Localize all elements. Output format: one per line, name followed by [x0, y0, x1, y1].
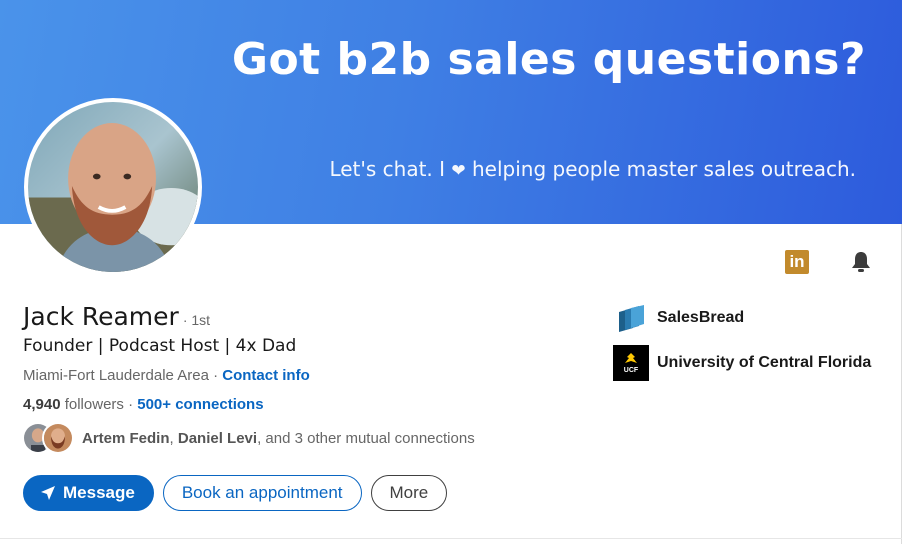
mutual-name: Artem Fedin — [82, 429, 170, 447]
ucf-logo-text: UCF — [623, 367, 639, 374]
profile-headline: Founder | Podcast Host | 4x Dad — [23, 336, 297, 356]
profile-location: Miami-Fort Lauderdale Area — [23, 367, 209, 384]
book-appointment-button[interactable]: Book an appointment — [162, 475, 362, 511]
banner-sub-text-2: helping people master sales outreach. — [465, 157, 856, 181]
profile-avatar[interactable] — [24, 98, 202, 276]
bell-icon[interactable] — [849, 250, 873, 274]
org-item-ucf[interactable]: UCF University of Central Florida — [613, 345, 871, 381]
connection-degree: · 1st — [182, 312, 211, 328]
location-row: Miami-Fort Lauderdale Area · Contact inf… — [23, 367, 310, 384]
more-button[interactable]: More — [370, 475, 448, 511]
message-button-label: Message — [63, 483, 135, 502]
banner-subtitle: Let's chat. I ❤ helping people master sa… — [329, 157, 856, 181]
mutual-avatars — [22, 422, 74, 454]
connections-link[interactable]: 500+ connections — [137, 396, 263, 413]
profile-organizations: SalesBread UCF University of Central Flo… — [613, 300, 871, 390]
banner-sub-text-1: Let's chat. I — [329, 157, 452, 181]
linkedin-icon[interactable]: in — [785, 250, 809, 274]
followers-count: 4,940 — [23, 396, 61, 413]
ucf-logo: UCF — [613, 345, 649, 381]
profile-name: Jack Reamer — [23, 302, 179, 331]
mutual-separator: , — [169, 429, 178, 447]
salesbread-logo — [613, 300, 649, 336]
more-button-label: More — [389, 483, 429, 502]
profile-card: Got b2b sales questions? Let's chat. I ❤… — [0, 0, 902, 544]
followers-label: followers — [60, 396, 124, 413]
org-item-salesbread[interactable]: SalesBread — [613, 300, 871, 336]
followers-row: 4,940 followers · 500+ connections — [23, 396, 264, 413]
mutual-rest: , and 3 other mutual connections — [257, 429, 475, 447]
mutual-name: Daniel Levi — [177, 429, 258, 447]
mutual-connections[interactable]: Artem Fedin, Daniel Levi, and 3 other mu… — [22, 422, 475, 454]
org-name: University of Central Florida — [657, 354, 872, 371]
location-separator: · — [208, 367, 223, 384]
mutual-avatar — [42, 422, 74, 454]
connections-separator: · — [123, 396, 138, 413]
mutual-connections-text: Artem Fedin, Daniel Levi, and 3 other mu… — [82, 430, 475, 447]
profile-actions: Message Book an appointment More — [23, 475, 448, 511]
profile-name-row: Jack Reamer · 1st — [23, 302, 210, 331]
profile-top-actions: in — [785, 250, 873, 274]
card-divider — [0, 538, 902, 539]
contact-info-link[interactable]: Contact info — [222, 367, 310, 384]
profile-photo — [28, 102, 198, 272]
banner-headline: Got b2b sales questions? — [231, 34, 866, 85]
paper-plane-icon — [41, 486, 55, 500]
book-appointment-label: Book an appointment — [181, 483, 343, 502]
heart-icon: ❤ — [451, 161, 466, 181]
org-name: SalesBread — [657, 309, 745, 326]
message-button[interactable]: Message — [23, 475, 154, 511]
